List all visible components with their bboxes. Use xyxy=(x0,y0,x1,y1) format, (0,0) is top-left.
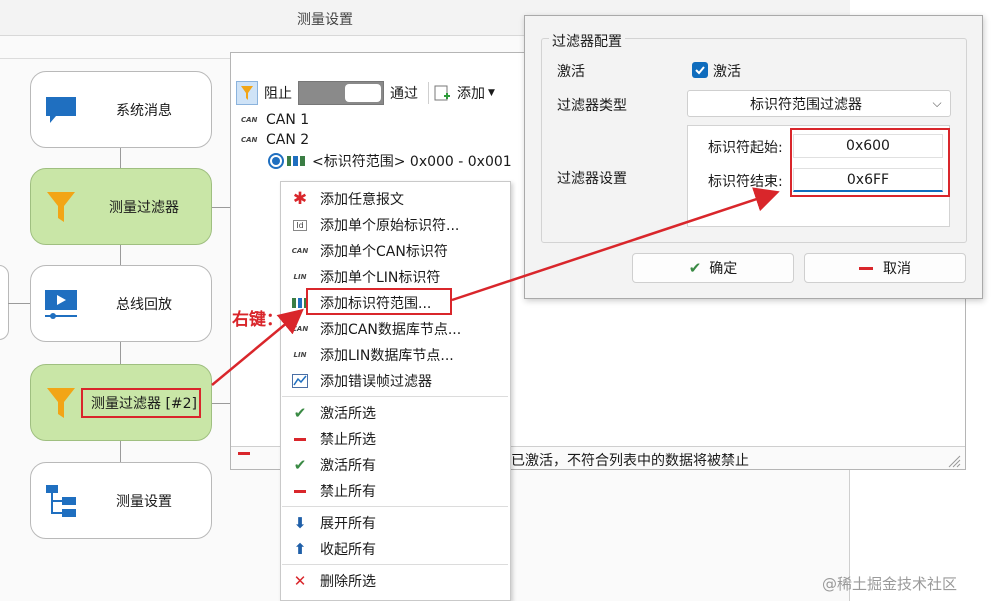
arrow-to-context-menu xyxy=(211,308,304,386)
annotation-arrows xyxy=(211,187,780,386)
watermark: @稀土掘金技术社区 xyxy=(822,575,958,593)
arrow-to-dialog xyxy=(451,187,780,302)
